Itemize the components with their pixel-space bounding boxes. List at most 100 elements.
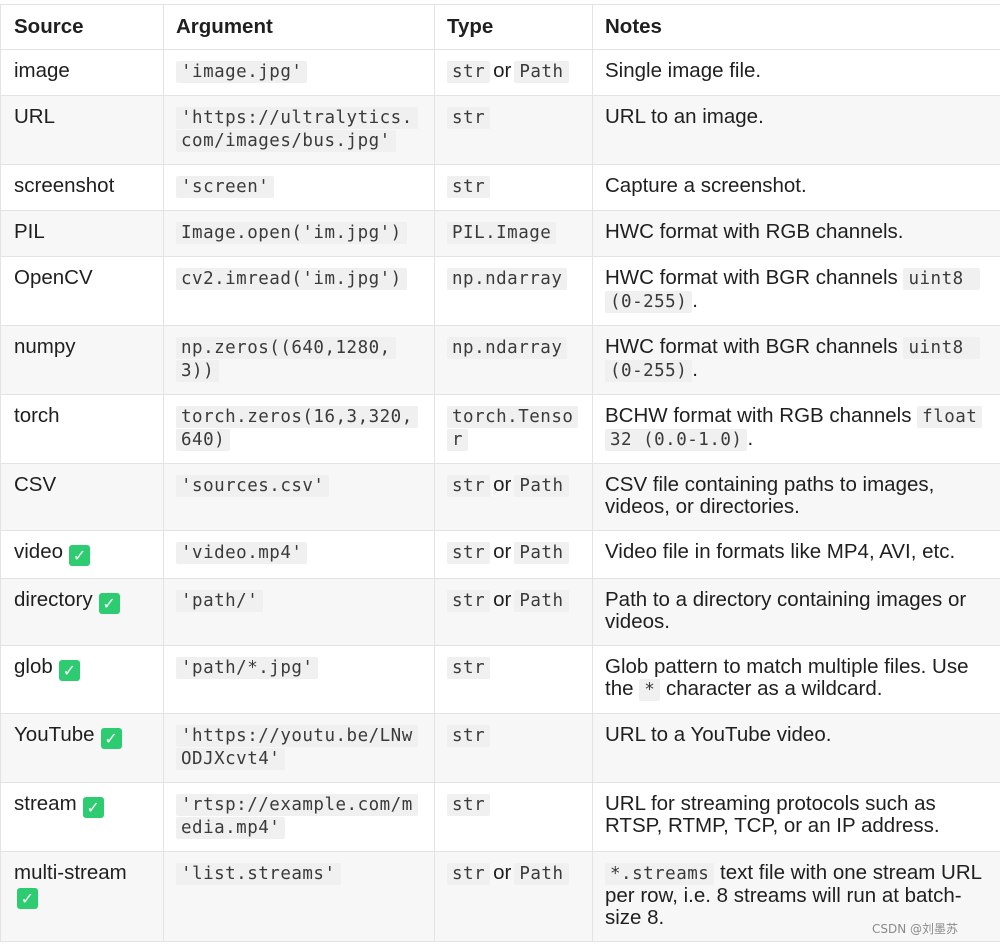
table-row: stream ✓ 'rtsp://example.com/media.mp4' str… — [0, 782, 1000, 852]
argument-code: 'sources.csv' — [176, 475, 330, 497]
sources-table: Source Argument Type Notes image 'image.j… — [0, 4, 1000, 942]
type-cell: str or Path — [434, 851, 593, 942]
type-cell: str — [434, 713, 593, 783]
notes-cell: HWC format with BGR channels uint8 (0-25… — [592, 256, 1000, 326]
type-cell: PIL.Image — [434, 210, 593, 257]
source-label: image — [14, 59, 70, 82]
type-cell: str or Path — [434, 530, 593, 579]
source-label: URL — [14, 105, 56, 128]
argument-code: 'screen' — [176, 176, 275, 198]
source-label: CSV — [14, 473, 57, 496]
table-row: directory ✓ 'path/' str or Path Path to a dire… — [0, 578, 1000, 646]
watermark: CSDN @刘墨苏 — [871, 922, 958, 936]
type-code: torch.Tensor — [447, 406, 579, 451]
argument-cell: cv2.imread('im.jpg') — [163, 256, 435, 326]
source-cell: directory ✓ — [0, 578, 164, 646]
source-cell: OpenCV — [0, 256, 164, 326]
type-code: Path — [514, 61, 569, 83]
source-cell: stream ✓ — [0, 782, 164, 852]
argument-code: 'video.mp4' — [176, 542, 308, 564]
source-label: YouTube — [14, 723, 95, 746]
type-separator: or — [493, 59, 512, 82]
checkmark-icon: ✓ — [58, 660, 80, 681]
type-separator: or — [493, 473, 512, 496]
argument-cell: torch.zeros(16,3,320,640) — [163, 394, 435, 464]
source-cell: YouTube ✓ — [0, 713, 164, 783]
type-cell: np.ndarray — [434, 325, 593, 395]
notes-cell: Single image file. — [592, 49, 1000, 96]
source-label: multi-stream — [14, 861, 127, 884]
argument-code: 'path/*.jpg' — [176, 657, 319, 679]
table-body: image'image.jpg' str or Path Single image fi… — [0, 49, 1000, 942]
notes-cell: Capture a screenshot. — [592, 164, 1000, 211]
checkmark-icon: ✓ — [17, 888, 38, 909]
type-code: str — [447, 542, 491, 564]
table-row: screenshot 'screen' str Capture a screensho… — [0, 164, 1000, 211]
notes-text: HWC format with BGR channels — [605, 266, 904, 289]
notes-cell: BCHW format with RGB channels float32 (0… — [592, 394, 1000, 464]
argument-cell: Image.open('im.jpg') — [163, 210, 435, 257]
notes-code: *.streams — [605, 863, 715, 885]
type-cell: str — [434, 164, 593, 211]
type-separator: or — [493, 588, 512, 611]
argument-cell: 'rtsp://example.com/media.mp4' — [163, 782, 435, 852]
header-type: Type — [434, 4, 593, 50]
source-cell: image — [0, 49, 164, 96]
argument-cell: 'https://youtu.be/LNwODJXcvt4' — [163, 713, 435, 783]
argument-code: cv2.imread('im.jpg') — [176, 268, 407, 290]
type-code: PIL.Image — [447, 222, 557, 244]
notes-text: URL to an image. — [605, 105, 764, 128]
type-cell: str — [434, 95, 593, 165]
notes-text: character as a wildcard. — [660, 677, 883, 700]
argument-cell: 'path/*.jpg' — [163, 645, 435, 714]
notes-text: Video file in formats like MP4, AVI, etc… — [605, 540, 956, 563]
argument-code: 'https://ultralytics.com/images/bus.jpg' — [176, 107, 418, 152]
checkmark-icon: ✓ — [98, 593, 120, 614]
type-code: str — [447, 107, 491, 129]
type-separator: or — [493, 861, 512, 884]
type-code: str — [447, 590, 491, 612]
type-code: str — [447, 725, 491, 747]
notes-cell: Glob pattern to match multiple files. Us… — [592, 645, 1000, 714]
type-cell: str or Path — [434, 463, 593, 531]
source-label: stream — [14, 792, 77, 815]
table-row: video ✓ 'video.mp4' str or Path Video file in … — [0, 530, 1000, 579]
type-code: Path — [514, 475, 569, 497]
notes-text: CSV file containing paths to images, vid… — [605, 473, 935, 518]
notes-cell: Path to a directory containing images or… — [592, 578, 1000, 646]
argument-code: Image.open('im.jpg') — [176, 222, 407, 244]
type-code: str — [447, 176, 491, 198]
table-header: Source Argument Type Notes — [0, 4, 1000, 50]
argument-code: 'https://youtu.be/LNwODJXcvt4' — [176, 725, 418, 770]
source-label: video — [14, 540, 64, 563]
notes-text: URL for streaming protocols such as RTSP… — [605, 792, 940, 837]
source-label: glob — [14, 655, 53, 678]
source-label: numpy — [14, 335, 76, 358]
source-cell: glob ✓ — [0, 645, 164, 714]
notes-cell: URL to an image. — [592, 95, 1000, 165]
argument-cell: 'path/' — [163, 578, 435, 646]
table-row: multi-stream ✓ 'list.streams' str or Path *.st… — [0, 851, 1000, 942]
source-cell: URL — [0, 95, 164, 165]
type-cell: torch.Tensor — [434, 394, 593, 464]
source-label: PIL — [14, 220, 45, 243]
type-code: str — [447, 657, 491, 679]
notes-text: URL to a YouTube video. — [605, 723, 832, 746]
notes-text: BCHW format with RGB channels — [605, 404, 918, 427]
source-label: directory — [14, 588, 93, 611]
argument-cell: 'screen' — [163, 164, 435, 211]
type-cell: str or Path — [434, 49, 593, 96]
source-label: OpenCV — [14, 266, 93, 289]
notes-text: . — [692, 358, 698, 381]
source-cell: torch — [0, 394, 164, 464]
argument-cell: 'sources.csv' — [163, 463, 435, 531]
source-label: screenshot — [14, 174, 115, 197]
source-cell: multi-stream ✓ — [0, 851, 164, 942]
argument-cell: 'list.streams' — [163, 851, 435, 942]
notes-text: Path to a directory containing images or… — [605, 588, 967, 633]
checkmark-icon: ✓ — [100, 728, 122, 749]
argument-code: 'list.streams' — [176, 863, 341, 885]
type-cell: str — [434, 782, 593, 852]
type-cell: np.ndarray — [434, 256, 593, 326]
source-cell: numpy — [0, 325, 164, 395]
